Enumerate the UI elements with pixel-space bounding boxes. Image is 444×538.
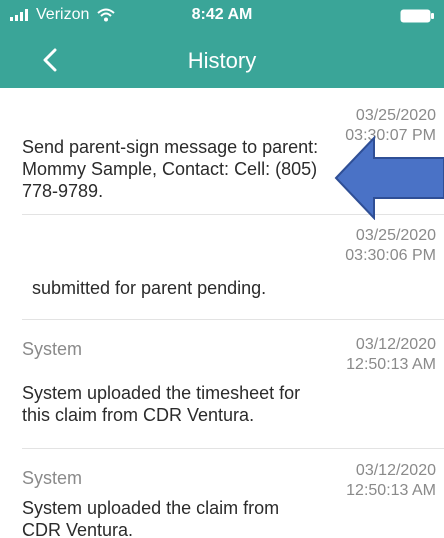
page-title: History [187,48,257,73]
entry-time: 12:50:13 AM [346,356,436,373]
entry-time: 03:30:06 PM [345,247,436,264]
entry-date: 03/25/2020 [355,227,436,244]
entry-date: 03/12/2020 [355,462,436,479]
top-bar: Verizon 8:42 AM History [0,0,444,88]
entry-source: System [22,468,83,488]
entry-message: Send parent-sign message to parent: Momm… [22,137,319,201]
entry-message: System uploaded the claim from CDR Ventu… [22,498,280,538]
entry-timestamp: 03/25/2020 03:30:06 PM [345,226,436,266]
annotation-arrow-icon [334,136,444,220]
status-bar: Verizon 8:42 AM [0,0,444,32]
entry-date: 03/12/2020 [355,336,436,353]
entry-source: System [22,339,83,359]
history-screen: Verizon 8:42 AM History 03/25/2020 03:30… [0,0,444,538]
battery-icon [400,9,434,23]
entry-timestamp: 03/12/2020 12:50:13 AM [346,335,436,375]
entry-message: System uploaded the timesheet for this c… [22,383,301,425]
history-entry: 03/25/2020 03:30:06 PM submitted for par… [0,215,444,319]
history-entry: System 03/12/2020 12:50:13 AM System upl… [0,320,444,448]
entry-message: submitted for parent pending. [32,278,267,298]
entry-timestamp: 03/12/2020 12:50:13 AM [346,461,436,501]
nav-bar: History [0,32,444,88]
entry-date: 03/25/2020 [355,107,436,124]
clock: 8:42 AM [191,6,253,23]
entry-time: 12:50:13 AM [346,482,436,499]
history-entry: System 03/12/2020 12:50:13 AM System upl… [0,449,444,538]
